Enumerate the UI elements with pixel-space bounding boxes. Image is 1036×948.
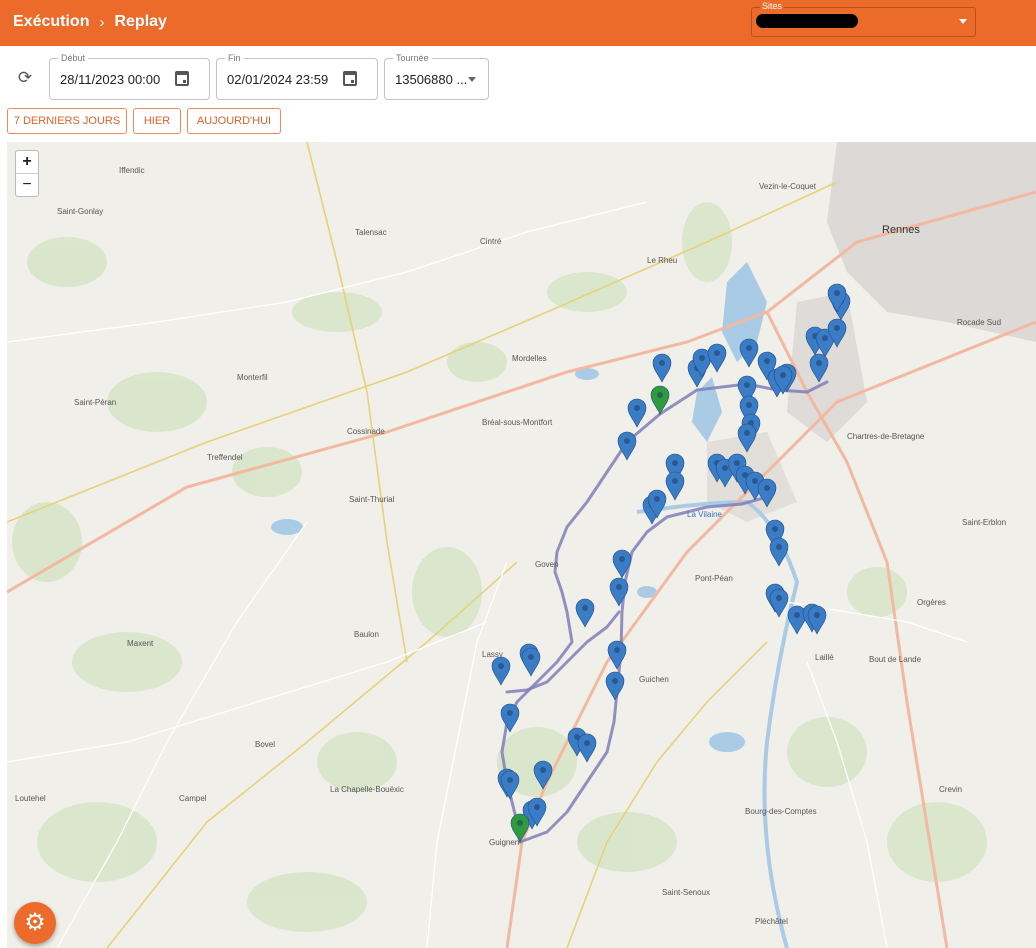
breadcrumb-replay: Replay <box>114 13 167 30</box>
chevron-down-icon <box>468 77 476 82</box>
stop-marker[interactable] <box>607 640 627 670</box>
stop-markers-layer <box>491 283 851 843</box>
stop-marker[interactable] <box>809 353 829 383</box>
refresh-icon[interactable]: ⟳ <box>16 69 34 87</box>
sites-value-redacted <box>756 14 858 28</box>
stop-marker[interactable] <box>491 656 511 686</box>
stop-marker[interactable] <box>769 537 789 567</box>
replay-map[interactable]: Rennes Mordelles Bréal-sous-Montfort Gui… <box>7 142 1036 948</box>
stop-marker[interactable] <box>737 423 757 453</box>
chevron-down-icon <box>959 19 967 24</box>
zoom-in-button[interactable]: + <box>16 151 38 174</box>
zoom-control: + − <box>15 150 39 197</box>
stop-marker[interactable] <box>605 671 625 701</box>
breadcrumb: Exécution › Replay <box>13 13 167 31</box>
breadcrumb-execution[interactable]: Exécution <box>13 13 89 31</box>
yesterday-button[interactable]: HIER <box>133 108 181 134</box>
end-date-label: Fin <box>225 53 244 63</box>
stop-marker[interactable] <box>609 577 629 607</box>
stop-marker[interactable] <box>577 733 597 763</box>
start-date-field[interactable]: Début 28/11/2023 00:00 <box>49 53 210 100</box>
breadcrumb-separator-icon: › <box>99 13 105 31</box>
stop-marker[interactable] <box>707 343 727 373</box>
zoom-out-button[interactable]: − <box>16 174 38 197</box>
stop-marker[interactable] <box>769 588 789 618</box>
stop-marker[interactable] <box>575 598 595 628</box>
sites-label: Sites <box>760 1 785 11</box>
tour-select[interactable]: Tournée 13506880 ... <box>384 53 489 100</box>
tour-value: 13506880 ... <box>395 72 468 87</box>
stop-marker[interactable] <box>500 703 520 733</box>
stop-marker[interactable] <box>521 647 541 677</box>
stop-marker[interactable] <box>739 338 759 368</box>
stop-marker[interactable] <box>612 549 632 579</box>
stop-marker[interactable] <box>533 760 553 790</box>
top-app-bar: Exécution › Replay Sites <box>0 0 1036 46</box>
today-button[interactable]: AUJOURD'HUI <box>187 108 281 134</box>
stop-marker[interactable] <box>757 478 777 508</box>
end-date-field[interactable]: Fin 02/01/2024 23:59 <box>216 53 378 100</box>
stop-marker[interactable] <box>627 398 647 428</box>
sites-select[interactable]: Sites <box>751 1 976 37</box>
stop-marker[interactable] <box>500 770 520 800</box>
stop-marker[interactable] <box>617 431 637 461</box>
calendar-icon[interactable] <box>343 71 357 86</box>
last-7-days-button[interactable]: 7 DERNIERS JOURS <box>7 108 127 134</box>
stop-marker[interactable] <box>652 353 672 383</box>
end-marker[interactable] <box>510 813 530 843</box>
stop-marker[interactable] <box>665 471 685 501</box>
settings-gear-icon[interactable]: ⚙ <box>14 902 56 944</box>
tour-label: Tournée <box>393 53 432 63</box>
end-date-value: 02/01/2024 23:59 <box>227 72 329 87</box>
start-marker[interactable] <box>650 385 670 415</box>
start-date-label: Début <box>58 53 89 63</box>
calendar-icon[interactable] <box>175 71 189 86</box>
start-date-value: 28/11/2023 00:00 <box>60 72 161 87</box>
